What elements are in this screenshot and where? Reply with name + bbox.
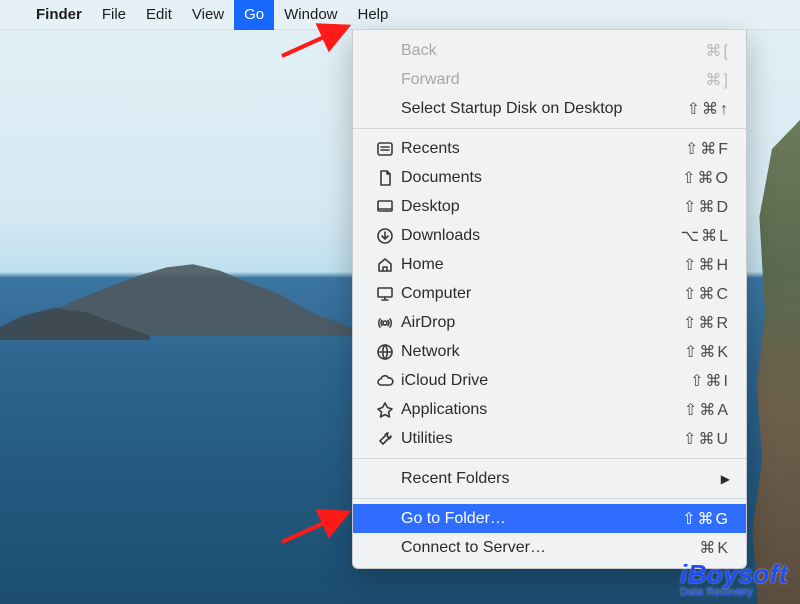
menu-separator <box>353 498 746 499</box>
menu-item-label: Forward <box>397 71 706 89</box>
menu-item-utilities[interactable]: Utilities ⇧⌘U <box>353 424 746 453</box>
menu-item-shortcut: ⇧⌘F <box>685 139 730 159</box>
menu-item-label: Back <box>397 42 706 60</box>
menu-item-shortcut: ⌘[ <box>706 41 730 61</box>
menu-item-label: Go to Folder… <box>397 510 682 528</box>
menu-item-label: Documents <box>397 169 682 187</box>
submenu-arrow-icon: ▶ <box>721 472 730 486</box>
utilities-icon <box>373 430 397 448</box>
menubar-item-file[interactable]: File <box>92 0 136 30</box>
menu-separator <box>353 458 746 459</box>
watermark-brand: iBoysoft <box>680 559 788 589</box>
menu-item-connect-to-server[interactable]: Connect to Server… ⌘K <box>353 533 746 562</box>
menu-item-shortcut: ⇧⌘C <box>683 284 730 304</box>
applications-icon <box>373 401 397 419</box>
documents-icon <box>373 169 397 187</box>
menu-item-shortcut: ⇧⌘O <box>682 168 730 188</box>
menu-item-shortcut: ⇧⌘D <box>683 197 730 217</box>
menu-item-label: Recents <box>397 140 685 158</box>
watermark: iBoysoft Data Recovery <box>680 559 788 598</box>
menu-item-label: Home <box>397 256 683 274</box>
menu-item-label: Downloads <box>397 227 681 245</box>
desktop: Finder File Edit View Go Window Help Bac… <box>0 0 800 604</box>
downloads-icon <box>373 227 397 245</box>
menu-item-select-startup-disk[interactable]: Select Startup Disk on Desktop ⇧⌘↑ <box>353 94 746 123</box>
menubar-item-go[interactable]: Go <box>234 0 274 30</box>
annotation-arrow-top <box>278 22 358 62</box>
menu-item-shortcut: ⇧⌘I <box>690 371 730 391</box>
menu-item-network[interactable]: Network ⇧⌘K <box>353 337 746 366</box>
menu-item-label: Connect to Server… <box>397 539 699 557</box>
menu-item-shortcut: ⇧⌘↑ <box>687 99 730 119</box>
menu-item-applications[interactable]: Applications ⇧⌘A <box>353 395 746 424</box>
menu-item-shortcut: ⌘K <box>699 538 730 558</box>
menubar: Finder File Edit View Go Window Help <box>0 0 800 30</box>
menubar-app[interactable]: Finder <box>26 0 92 30</box>
menu-item-label: Applications <box>397 401 684 419</box>
go-menu-dropdown: Back ⌘[ Forward ⌘] Select Startup Disk o… <box>352 30 747 569</box>
menu-item-back: Back ⌘[ <box>353 36 746 65</box>
menu-item-label: Select Startup Disk on Desktop <box>397 100 687 118</box>
menu-item-label: AirDrop <box>397 314 683 332</box>
menu-item-go-to-folder[interactable]: Go to Folder… ⇧⌘G <box>353 504 746 533</box>
menubar-item-edit[interactable]: Edit <box>136 0 182 30</box>
menu-item-shortcut: ⌘] <box>706 70 730 90</box>
airdrop-icon <box>373 314 397 332</box>
menu-item-documents[interactable]: Documents ⇧⌘O <box>353 163 746 192</box>
menu-item-home[interactable]: Home ⇧⌘H <box>353 250 746 279</box>
menu-item-label: Desktop <box>397 198 683 216</box>
menu-item-shortcut: ⇧⌘A <box>684 400 730 420</box>
menu-separator <box>353 128 746 129</box>
menu-item-forward: Forward ⌘] <box>353 65 746 94</box>
computer-icon <box>373 285 397 303</box>
menubar-item-view[interactable]: View <box>182 0 234 30</box>
menu-item-computer[interactable]: Computer ⇧⌘C <box>353 279 746 308</box>
menu-item-desktop[interactable]: Desktop ⇧⌘D <box>353 192 746 221</box>
menu-item-recents[interactable]: Recents ⇧⌘F <box>353 134 746 163</box>
menu-item-shortcut: ⇧⌘R <box>683 313 730 333</box>
menu-item-recent-folders[interactable]: Recent Folders ▶ <box>353 464 746 493</box>
desktop-icon <box>373 198 397 216</box>
menu-item-shortcut: ⌥⌘L <box>681 226 730 246</box>
menu-item-icloud-drive[interactable]: iCloud Drive ⇧⌘I <box>353 366 746 395</box>
menu-item-label: Computer <box>397 285 683 303</box>
home-icon <box>373 256 397 274</box>
menu-item-downloads[interactable]: Downloads ⌥⌘L <box>353 221 746 250</box>
menu-item-label: Recent Folders <box>397 470 721 488</box>
icloud-icon <box>373 372 397 390</box>
menu-item-shortcut: ⇧⌘G <box>682 509 730 529</box>
menu-item-label: Utilities <box>397 430 683 448</box>
menu-item-shortcut: ⇧⌘H <box>683 255 730 275</box>
annotation-arrow-bottom <box>278 508 358 548</box>
recents-icon <box>373 140 397 158</box>
menu-item-label: Network <box>397 343 684 361</box>
menu-item-airdrop[interactable]: AirDrop ⇧⌘R <box>353 308 746 337</box>
network-icon <box>373 343 397 361</box>
menu-item-shortcut: ⇧⌘K <box>684 342 730 362</box>
menu-item-label: iCloud Drive <box>397 372 690 390</box>
menu-item-shortcut: ⇧⌘U <box>683 429 730 449</box>
